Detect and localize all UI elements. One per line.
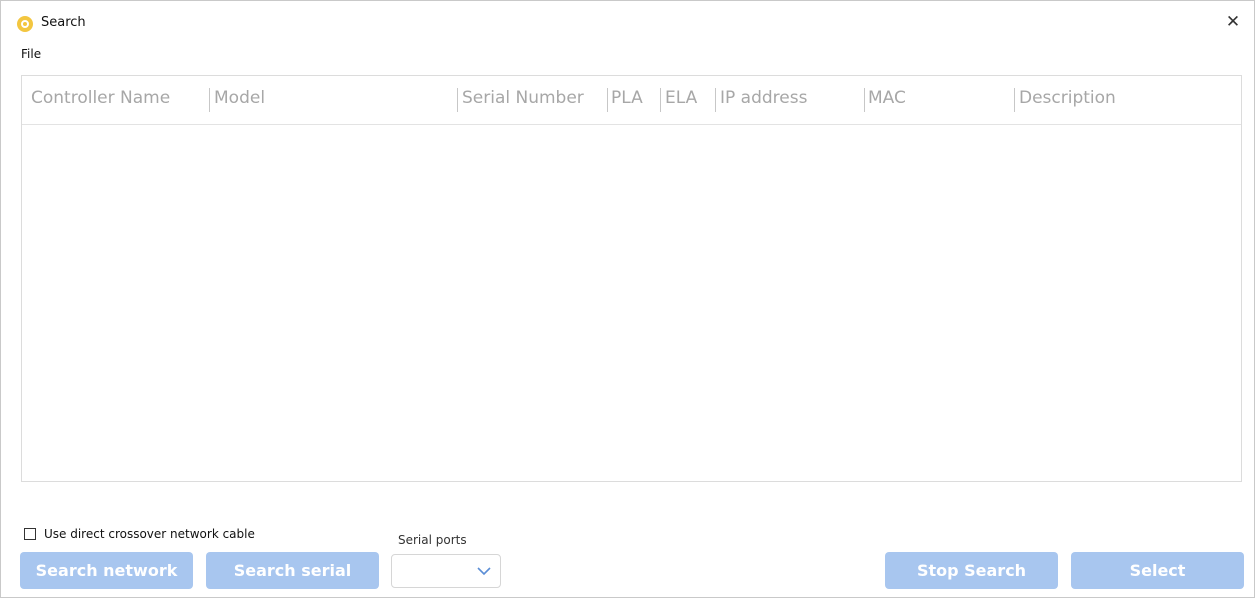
table-body[interactable] [22, 124, 1241, 481]
column-ip-address[interactable]: IP address [720, 88, 807, 108]
crossover-option[interactable]: Use direct crossover network cable [24, 527, 255, 541]
column-description[interactable]: Description [1019, 88, 1116, 108]
column-divider[interactable] [660, 88, 661, 112]
crossover-checkbox[interactable] [24, 528, 36, 540]
window-title: Search [41, 15, 86, 30]
column-divider[interactable] [864, 88, 865, 112]
stop-search-button[interactable]: Stop Search [885, 552, 1058, 589]
column-pla[interactable]: PLA [611, 88, 643, 108]
table-header: Controller Name Model Serial Number PLA … [22, 76, 1241, 125]
results-table: Controller Name Model Serial Number PLA … [21, 75, 1242, 482]
gear-icon [17, 16, 33, 32]
chevron-down-icon [477, 567, 491, 576]
column-divider[interactable] [1014, 88, 1015, 112]
column-divider[interactable] [457, 88, 458, 112]
column-controller-name[interactable]: Controller Name [31, 88, 170, 108]
crossover-label[interactable]: Use direct crossover network cable [44, 527, 255, 541]
column-ela[interactable]: ELA [665, 88, 697, 108]
close-icon[interactable]: ✕ [1222, 11, 1244, 33]
column-divider[interactable] [607, 88, 608, 112]
column-model[interactable]: Model [214, 88, 265, 108]
serial-ports-label: Serial ports [398, 533, 467, 547]
dialog-window: Search ✕ File Controller Name Model Seri… [0, 0, 1255, 598]
column-divider[interactable] [715, 88, 716, 112]
column-serial-number[interactable]: Serial Number [462, 88, 584, 108]
search-network-button[interactable]: Search network [20, 552, 193, 589]
column-divider[interactable] [209, 88, 210, 112]
serial-ports-select[interactable] [391, 554, 501, 588]
column-mac[interactable]: MAC [868, 88, 906, 108]
select-button[interactable]: Select [1071, 552, 1244, 589]
search-serial-button[interactable]: Search serial [206, 552, 379, 589]
title-bar: Search ✕ [1, 1, 1254, 45]
menu-file[interactable]: File [21, 47, 41, 61]
